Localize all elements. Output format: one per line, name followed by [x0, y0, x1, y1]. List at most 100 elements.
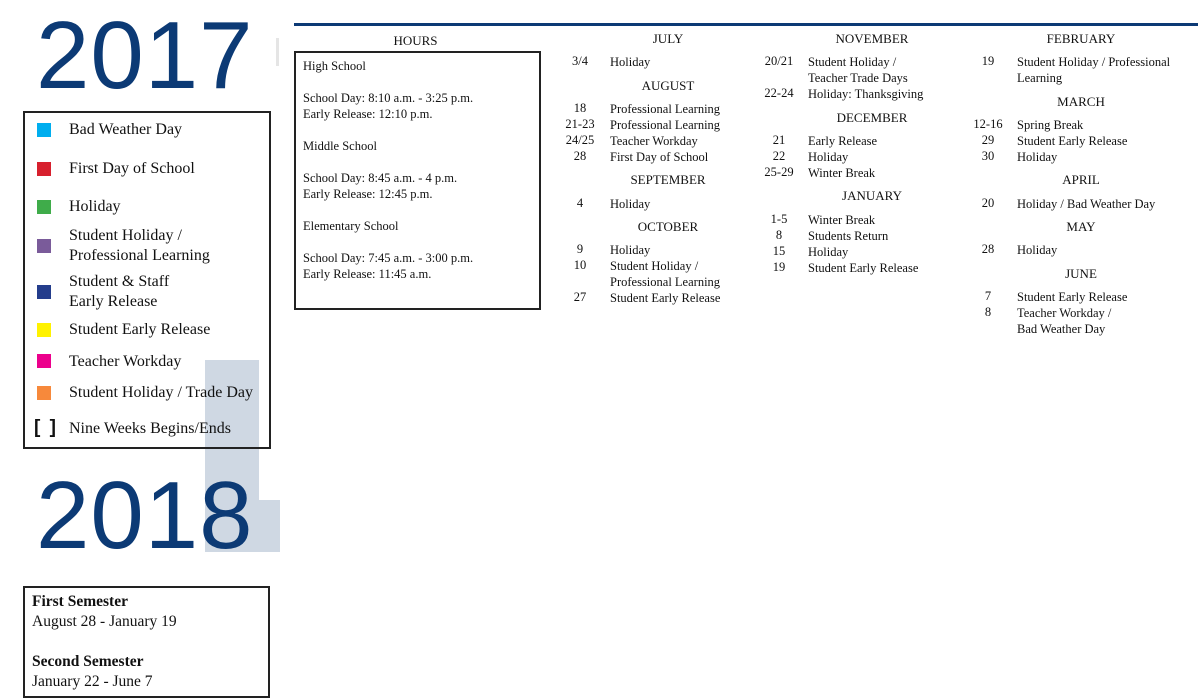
legend-label: Early Release — [69, 293, 158, 310]
legend-label: Professional Learning — [69, 247, 210, 264]
year-heading-start: 2017 — [36, 2, 254, 109]
event-description: Winter Break — [808, 166, 876, 180]
event-description: Professional Learning — [610, 118, 721, 132]
semester-title: First Semester — [32, 593, 128, 610]
month-heading: FEBRUARY — [1046, 31, 1116, 46]
bad-weather-day-swatch-icon — [37, 123, 51, 137]
event-description: Professional Learning — [610, 102, 721, 116]
event-description: First Day of School — [610, 150, 709, 164]
event-description: Holiday — [610, 197, 651, 211]
event-description: Student Early Release — [1017, 290, 1128, 304]
event-date: 27 — [573, 290, 587, 304]
event-date: 15 — [772, 244, 786, 258]
event-date: 25-29 — [764, 165, 794, 179]
early-release-time: Early Release: 12:45 p.m. — [303, 187, 433, 201]
event-date: 22-24 — [764, 86, 794, 100]
event-date: 10 — [573, 258, 587, 272]
legend-label: Nine Weeks Begins/Ends — [69, 420, 231, 437]
month-heading: DECEMBER — [836, 110, 908, 125]
month-heading: AUGUST — [641, 78, 695, 93]
event-date: 20 — [981, 196, 995, 210]
watermark-decoration — [258, 500, 280, 552]
school-level: High School — [303, 59, 366, 73]
year-heading-end: 2018 — [36, 462, 254, 569]
event-description: Holiday — [610, 55, 651, 69]
event-date: 19 — [981, 54, 995, 68]
school-day-hours: School Day: 8:45 a.m. - 4 p.m. — [303, 171, 458, 185]
event-description: Learning — [1017, 71, 1063, 85]
teacher-workday-swatch-icon — [37, 354, 51, 368]
header-rule — [294, 23, 1198, 26]
school-day-hours: School Day: 8:10 a.m. - 3:25 p.m. — [303, 91, 474, 105]
event-date: 21-23 — [565, 117, 595, 131]
event-date: 20/21 — [764, 54, 794, 68]
event-date: 8 — [775, 228, 783, 242]
event-date: 1-5 — [770, 212, 788, 226]
event-date: 28 — [981, 242, 995, 256]
event-date: 12-16 — [973, 117, 1003, 131]
event-date: 9 — [576, 242, 584, 256]
watermark-decoration — [276, 38, 279, 66]
month-heading: JULY — [652, 31, 684, 46]
event-description: Holiday — [808, 245, 849, 259]
staff-early-release-swatch-icon — [37, 285, 51, 299]
event-description: Student Early Release — [808, 261, 919, 275]
legend-label: Student Holiday / Trade Day — [69, 384, 253, 401]
first-day-swatch-icon — [37, 162, 51, 176]
event-date: 28 — [573, 149, 587, 163]
legend-label: Bad Weather Day — [69, 121, 183, 138]
event-date: 3/4 — [572, 54, 588, 68]
trade-day-swatch-icon — [37, 386, 51, 400]
event-description: Students Return — [808, 229, 889, 243]
event-description: Holiday — [1017, 150, 1058, 164]
event-description: Holiday: Thanksgiving — [808, 87, 924, 101]
legend-label: Teacher Workday — [69, 353, 182, 370]
legend-label: Holiday — [69, 198, 121, 215]
month-heading: NOVEMBER — [835, 31, 909, 46]
legend-label: First Day of School — [69, 160, 195, 177]
event-description: Student Early Release — [1017, 134, 1128, 148]
professional-learning-swatch-icon — [37, 239, 51, 253]
hours-box: High School School Day: 8:10 a.m. - 3:25… — [294, 51, 541, 310]
event-description: Teacher Trade Days — [808, 71, 908, 85]
school-level: Elementary School — [303, 219, 399, 233]
semester-title: Second Semester — [32, 653, 144, 670]
event-description: Spring Break — [1017, 118, 1084, 132]
month-heading: JUNE — [1065, 266, 1097, 281]
school-day-hours: School Day: 7:45 a.m. - 3:00 p.m. — [303, 251, 474, 265]
event-description: Student Holiday / Professional — [1017, 55, 1171, 69]
event-description: Bad Weather Day — [1017, 322, 1106, 336]
event-date: 22 — [772, 149, 786, 163]
event-date: 29 — [981, 133, 995, 147]
event-description: Holiday / Bad Weather Day — [1017, 197, 1156, 211]
event-description: Professional Learning — [610, 275, 721, 289]
event-description: Holiday — [610, 243, 651, 257]
month-heading: MAY — [1066, 219, 1096, 234]
month-heading: MARCH — [1057, 94, 1105, 109]
event-description: Holiday — [808, 150, 849, 164]
event-description: Student Early Release — [610, 291, 721, 305]
semester-dates: August 28 - January 19 — [32, 613, 177, 630]
early-release-time: Early Release: 12:10 p.m. — [303, 107, 433, 121]
legend-label: Student & Staff — [69, 273, 170, 290]
event-date: 7 — [984, 289, 992, 303]
event-date: 18 — [573, 101, 587, 115]
event-date: 21 — [772, 133, 786, 147]
event-date: 24/25 — [565, 133, 595, 147]
holiday-swatch-icon — [37, 200, 51, 214]
event-date: 30 — [981, 149, 995, 163]
legend-label: Student Holiday / — [69, 227, 182, 244]
legend-box: Bad Weather Day First Day of School Holi… — [23, 111, 271, 449]
event-description: Winter Break — [808, 213, 876, 227]
month-heading: JANUARY — [842, 188, 902, 203]
month-heading: OCTOBER — [637, 219, 699, 234]
event-date: 8 — [984, 305, 992, 319]
event-description: Holiday — [1017, 243, 1058, 257]
semester-dates: January 22 - June 7 — [32, 673, 153, 690]
student-early-release-swatch-icon — [37, 323, 51, 337]
event-description: Teacher Workday — [610, 134, 698, 148]
event-date: 4 — [576, 196, 584, 210]
semester-box: First Semester August 28 - January 19 Se… — [23, 586, 270, 698]
event-description: Student Holiday / — [610, 259, 699, 273]
event-description: Early Release — [808, 134, 878, 148]
